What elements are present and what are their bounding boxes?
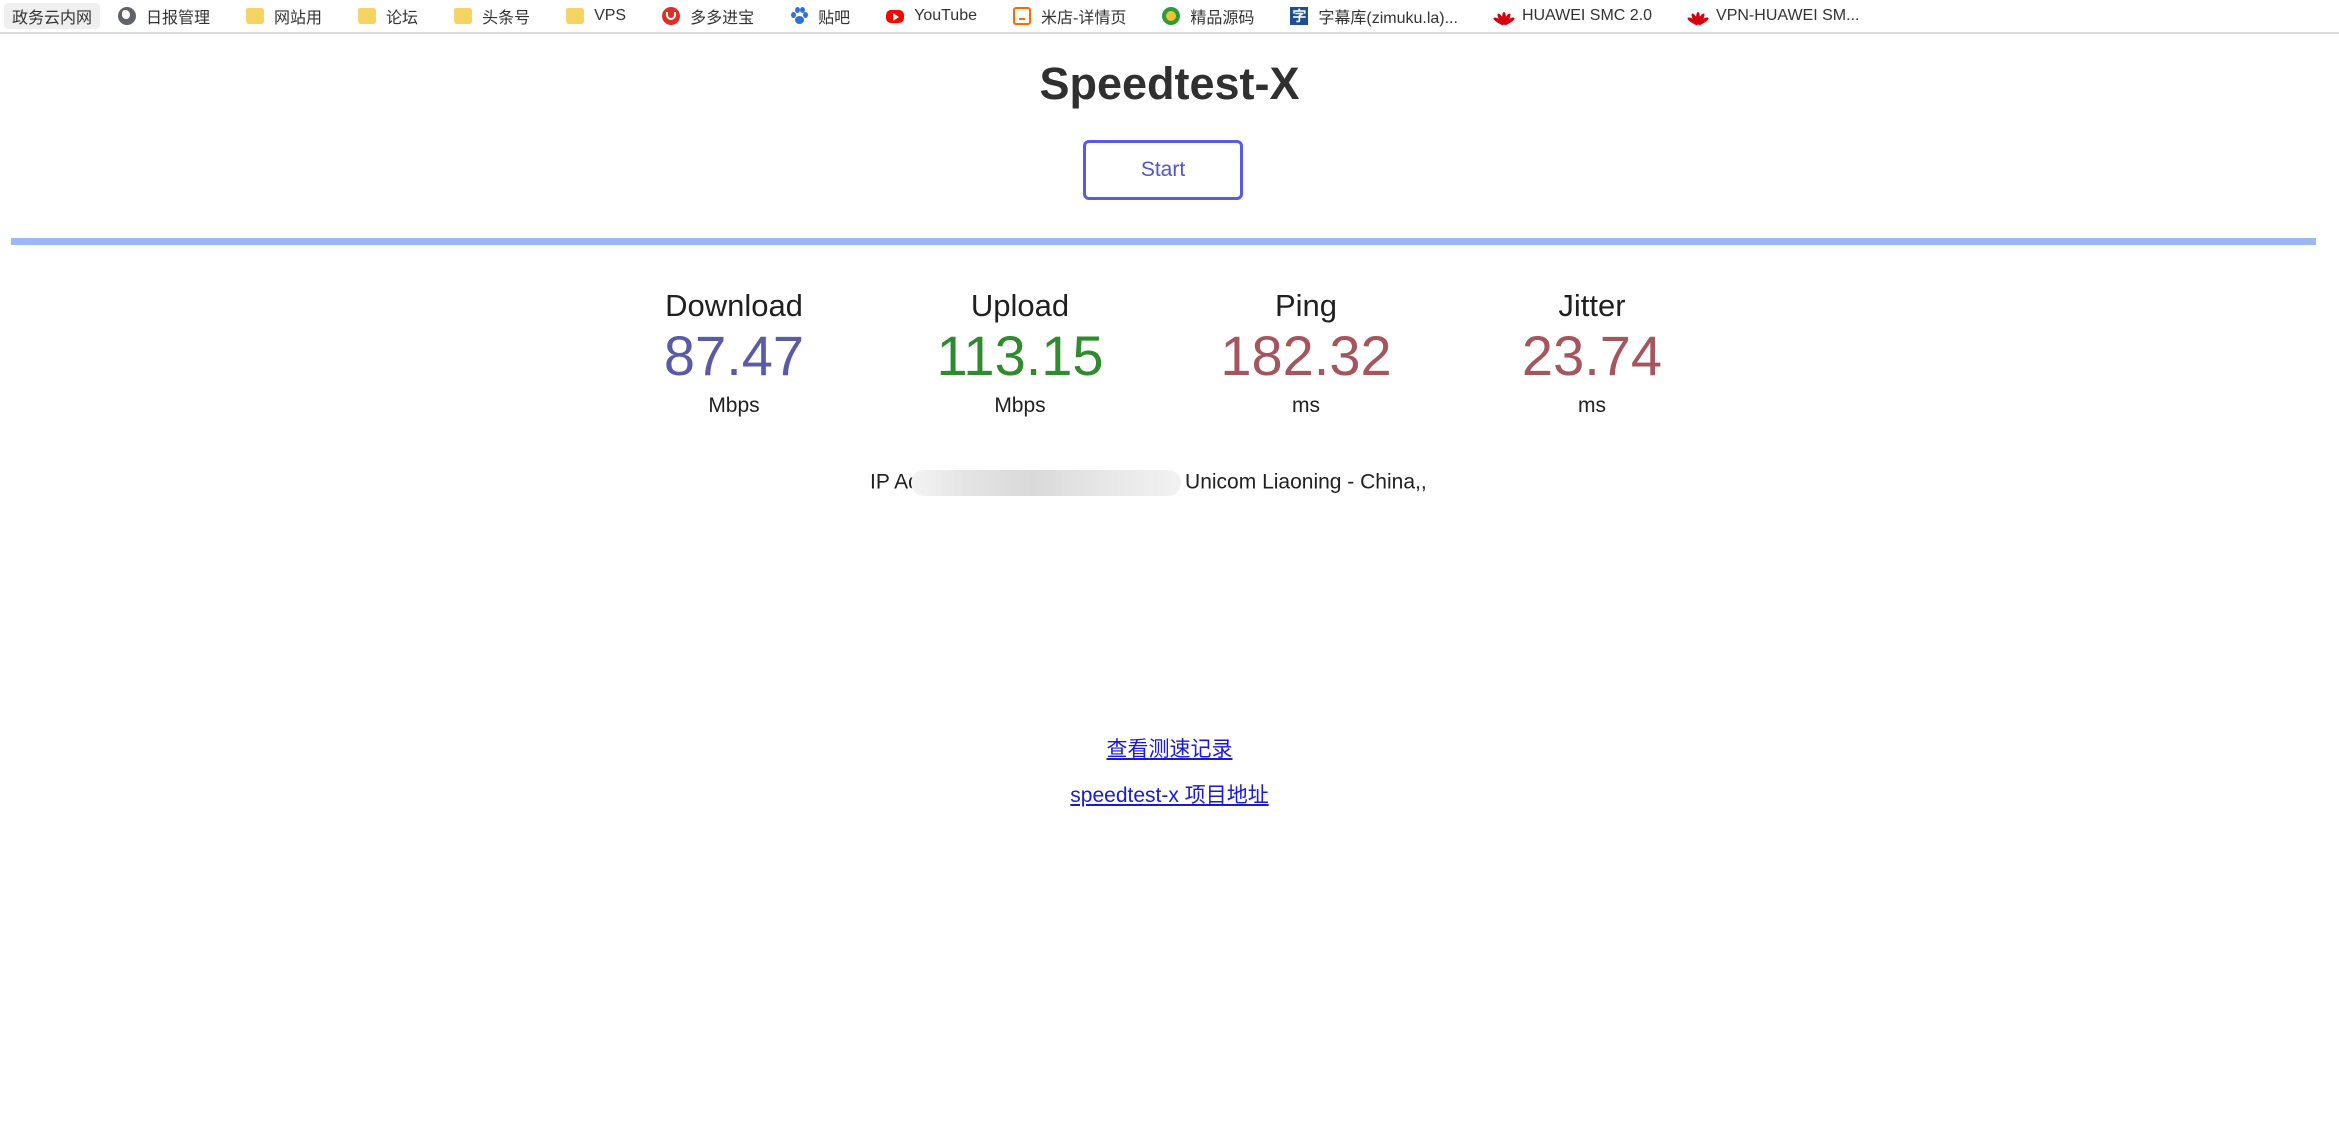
upload-value: 113.15 [936, 324, 1104, 387]
bookmark-item[interactable]: 精品源码 [1156, 3, 1260, 29]
jitter-value: 23.74 [1521, 324, 1663, 387]
redacted-ip-mask [911, 470, 1182, 496]
progress-bar [11, 238, 2316, 245]
bookmark-folder[interactable]: 头条号 [448, 3, 536, 29]
download-unit: Mbps [708, 394, 760, 417]
progress-bar-fill [11, 238, 2316, 245]
bookmark-label: 多多进宝 [690, 10, 755, 27]
upload-metric: Upload 113.15 Mbps [910, 286, 1130, 418]
folder-icon [358, 8, 377, 24]
page-title: Speedtest-X [1039, 58, 1300, 109]
bookmark-label: 政务云内网 [12, 10, 93, 27]
bookmark-label: 米店-详情页 [1041, 10, 1127, 27]
bookmark-label: 精品源码 [1190, 10, 1255, 27]
bookmark-item[interactable]: 日报管理 [112, 3, 216, 29]
youtube-icon [886, 10, 905, 23]
download-label: Download [665, 288, 803, 323]
bookmark-label: VPN-HUAWEI SM... [1716, 7, 1860, 24]
footer-links: 查看测速记录 speedtest-x 项目地址 [0, 736, 2339, 828]
bookmark-item[interactable]: 多多进宝 [656, 3, 760, 29]
bookmark-item[interactable]: 贴吧 [784, 3, 856, 29]
bookmark-label: 头条号 [482, 10, 531, 27]
bookmark-label: YouTube [914, 7, 977, 24]
bookmark-folder[interactable]: 论坛 [352, 3, 424, 29]
folder-icon [454, 8, 473, 24]
bookmark-folder[interactable]: 网站用 [240, 3, 328, 29]
ping-metric: Ping 182.32 ms [1196, 286, 1416, 418]
bookmark-item[interactable]: HUAWEI SMC 2.0 [1488, 3, 1658, 29]
ping-value: 182.32 [1220, 324, 1392, 387]
ping-label: Ping [1274, 288, 1338, 323]
ping-unit: ms [1292, 394, 1320, 417]
huawei-icon [1492, 8, 1516, 26]
globe-icon [118, 7, 137, 25]
bookmark-label: 网站用 [274, 10, 323, 27]
bookmark-label: 日报管理 [146, 10, 211, 27]
source-code-icon [1162, 7, 1181, 25]
zimuku-icon: 字 [1290, 7, 1309, 25]
start-button[interactable]: Start [1083, 140, 1243, 200]
pinduoduo-icon [662, 7, 681, 25]
download-metric: Download 87.47 Mbps [624, 286, 844, 418]
mi-store-icon [1013, 7, 1031, 25]
huawei-icon [1686, 8, 1710, 26]
bookmark-item[interactable]: VPN-HUAWEI SM... [1682, 3, 1865, 29]
bookmarks-bar: 政务云内网 日报管理 网站用 论坛 头条号 VPS 多多进宝 贴吧 YouTub… [0, 0, 2339, 34]
bookmark-label: 论坛 [386, 10, 419, 27]
jitter-label: Jitter [1558, 288, 1626, 323]
bookmark-label: VPS [594, 7, 627, 24]
jitter-unit: ms [1578, 394, 1606, 417]
bookmark-item[interactable]: 政务云内网 [4, 3, 101, 29]
download-value: 87.47 [663, 324, 805, 387]
bookmark-item[interactable]: 字 字幕库(zimuku.la)... [1284, 3, 1464, 29]
jitter-metric: Jitter 23.74 ms [1482, 286, 1702, 418]
baidu-paw-icon [790, 7, 809, 25]
upload-label: Upload [970, 288, 1070, 323]
bookmark-label: HUAWEI SMC 2.0 [1521, 7, 1653, 24]
bookmark-item[interactable]: 米店-详情页 [1007, 3, 1132, 29]
project-link[interactable]: speedtest-x 项目地址 [0, 782, 2339, 810]
bookmark-label: 贴吧 [818, 10, 851, 27]
upload-unit: Mbps [994, 394, 1046, 417]
bookmark-label: 字幕库(zimuku.la)... [1318, 10, 1458, 27]
bookmark-folder[interactable]: VPS [560, 3, 632, 29]
history-link[interactable]: 查看测速记录 [0, 736, 2339, 764]
folder-icon [246, 8, 265, 24]
isp-info: ina Unicom Liaoning - China,, [1151, 470, 1427, 494]
folder-icon [566, 8, 585, 24]
bookmark-item[interactable]: YouTube [880, 3, 983, 29]
ip-info: IP Addressina Unicom Liaoning - China,, [870, 470, 1427, 496]
